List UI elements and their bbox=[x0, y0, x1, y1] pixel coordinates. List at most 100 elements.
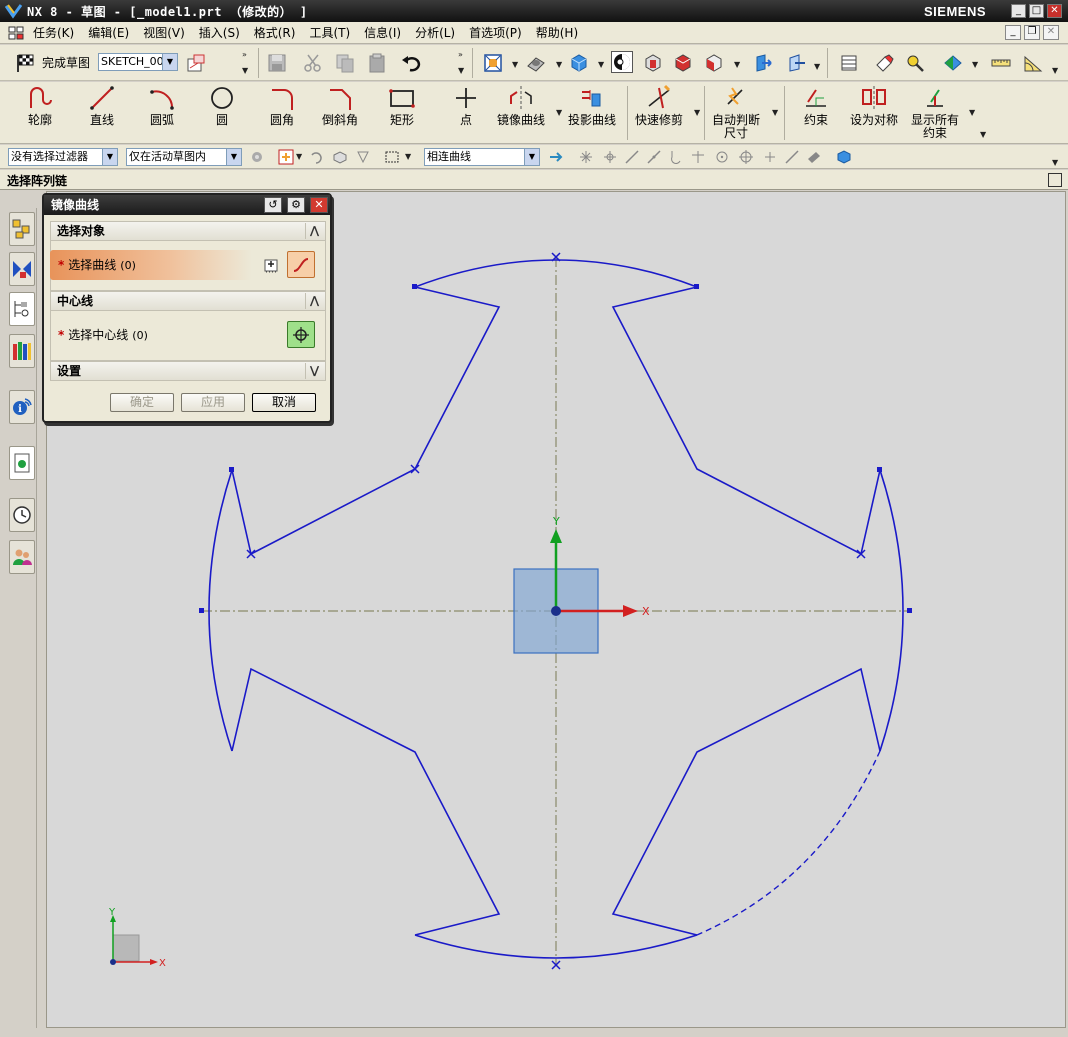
fillet-tool-button[interactable]: 圆角 bbox=[268, 84, 296, 127]
select-object-group-header[interactable]: 选择对象 ⋀ bbox=[50, 221, 326, 241]
wcs-origin[interactable] bbox=[551, 606, 561, 616]
close-button[interactable]: ✕ bbox=[1047, 4, 1062, 18]
add-new-set-icon[interactable] bbox=[260, 254, 282, 276]
endpoint-marker[interactable] bbox=[877, 467, 882, 472]
selection-scope-select[interactable]: 仅在活动草图内 ▼ bbox=[126, 148, 242, 166]
rectangle-tool-button[interactable]: 矩形 bbox=[388, 84, 416, 127]
endpoint-marker[interactable] bbox=[199, 608, 204, 613]
chevron-down-icon[interactable]: ▼ bbox=[814, 62, 820, 71]
profile-upper-right[interactable] bbox=[611, 286, 881, 556]
snap-on-curve-icon[interactable] bbox=[784, 149, 800, 165]
chevron-down-icon[interactable]: ▼ bbox=[772, 108, 778, 117]
render-style-icon[interactable] bbox=[525, 52, 547, 74]
quick-trim-tool-button[interactable]: 快速修剪 bbox=[635, 84, 683, 127]
chevron-down-icon[interactable]: ▼ bbox=[296, 152, 302, 161]
cut-icon[interactable] bbox=[302, 52, 324, 74]
save-icon[interactable] bbox=[266, 52, 288, 74]
mdi-close-button[interactable]: ✕ bbox=[1043, 25, 1059, 40]
view-top-icon[interactable] bbox=[672, 52, 694, 74]
profile-lower-right[interactable] bbox=[611, 667, 881, 936]
chamfer-tool-button[interactable]: 倒斜角 bbox=[322, 84, 358, 127]
orient-view-icon[interactable] bbox=[611, 51, 633, 73]
edit-object-display-icon[interactable] bbox=[874, 52, 896, 74]
mdi-minimize-button[interactable]: _ bbox=[1005, 25, 1021, 40]
snap-quadrant-icon[interactable] bbox=[738, 149, 754, 165]
finish-sketch-button[interactable]: 完成草图 bbox=[42, 54, 90, 71]
select-body-icon[interactable] bbox=[332, 149, 348, 165]
select-curve-row[interactable]: * 选择曲线 (0) bbox=[50, 250, 252, 280]
reuse-library-tab[interactable] bbox=[9, 334, 35, 368]
gear-icon[interactable]: ⚙ bbox=[287, 197, 305, 213]
chevron-down-icon[interactable]: ▼ bbox=[556, 108, 562, 117]
toolbar-more-icon[interactable]: ▼ bbox=[980, 130, 986, 139]
sketch-name-select[interactable]: SKETCH_001 ▼ bbox=[98, 53, 178, 71]
point-marker[interactable] bbox=[410, 464, 420, 474]
menu-view[interactable]: 视图(V) bbox=[136, 24, 192, 41]
protractor-icon[interactable] bbox=[1022, 52, 1044, 74]
snap-arc-icon[interactable] bbox=[668, 149, 684, 165]
chevron-down-icon[interactable]: ⋁ bbox=[305, 363, 323, 379]
sketch-orient-icon[interactable] bbox=[185, 52, 207, 74]
snap-midpoint-icon[interactable] bbox=[646, 149, 662, 165]
chevron-down-icon[interactable]: ▼ bbox=[1052, 66, 1058, 75]
endpoint-marker[interactable] bbox=[229, 467, 234, 472]
profile-tool-button[interactable]: 轮廓 bbox=[26, 84, 54, 127]
curve-rule-select[interactable]: 相连曲线 ▼ bbox=[424, 148, 540, 166]
menu-grid-icon[interactable] bbox=[8, 26, 24, 40]
snap-point-icon[interactable] bbox=[602, 149, 618, 165]
close-icon[interactable]: ✕ bbox=[310, 197, 328, 213]
ok-button[interactable]: 确定 bbox=[110, 393, 174, 412]
menu-edit[interactable]: 编辑(E) bbox=[81, 24, 136, 41]
fit-view-icon[interactable] bbox=[482, 52, 504, 74]
shaded-cube-icon[interactable] bbox=[568, 52, 590, 74]
measure-icon[interactable] bbox=[904, 52, 926, 74]
chevron-down-icon[interactable]: ▼ bbox=[512, 60, 518, 69]
inferred-dimension-tool-button[interactable]: 自动判断 尺寸 bbox=[712, 84, 760, 140]
profile-lower-left[interactable] bbox=[231, 667, 501, 936]
menu-tools[interactable]: 工具(T) bbox=[302, 24, 357, 41]
maximize-graphics-icon[interactable] bbox=[1048, 173, 1062, 187]
view-front-icon[interactable] bbox=[642, 52, 664, 74]
endpoint-marker[interactable] bbox=[694, 284, 699, 289]
select-all-icon[interactable] bbox=[278, 149, 294, 165]
select-centerline-button[interactable] bbox=[287, 321, 315, 348]
roles-info-tab[interactable]: i bbox=[9, 390, 35, 424]
type-filter-select[interactable]: 没有选择过滤器 ▼ bbox=[8, 148, 118, 166]
snap-center-icon[interactable] bbox=[714, 149, 730, 165]
minimize-button[interactable]: _ bbox=[1011, 4, 1026, 18]
constraints-tool-button[interactable]: 约束 bbox=[802, 84, 830, 127]
apply-button[interactable]: 应用 bbox=[181, 393, 245, 412]
mirror-curve-tool-button[interactable]: 镜像曲线 bbox=[497, 84, 545, 127]
select-centerline-row[interactable]: * 选择中心线 (0) bbox=[50, 320, 252, 350]
select-curve-button[interactable] bbox=[287, 251, 315, 278]
menu-preferences[interactable]: 首选项(P) bbox=[462, 24, 529, 41]
general-selection-filter-icon[interactable] bbox=[249, 149, 265, 165]
menu-analysis[interactable]: 分析(L) bbox=[408, 24, 462, 41]
paste-icon[interactable] bbox=[366, 52, 388, 74]
point-tool-button[interactable]: 点 bbox=[452, 84, 480, 127]
part-navigator-tab[interactable] bbox=[9, 292, 35, 326]
rectangle-select-icon[interactable] bbox=[384, 149, 400, 165]
endpoint-marker[interactable] bbox=[907, 608, 912, 613]
toolbar-more-icon[interactable]: » bbox=[242, 50, 247, 59]
cancel-button[interactable]: 取消 bbox=[252, 393, 316, 412]
constraint-navigator-tab[interactable] bbox=[9, 252, 35, 286]
assembly-navigator-tab[interactable] bbox=[9, 212, 35, 246]
snap-bounded-icon[interactable] bbox=[836, 149, 852, 165]
project-curve-tool-button[interactable]: 投影曲线 bbox=[568, 84, 616, 127]
centerline-group-header[interactable]: 中心线 ⋀ bbox=[50, 291, 326, 311]
chevron-down-icon[interactable]: ▼ bbox=[598, 60, 604, 69]
show-all-constraints-tool-button[interactable]: 显示所有 约束 bbox=[911, 84, 959, 140]
menu-format[interactable]: 格式(R) bbox=[247, 24, 303, 41]
chevron-down-icon[interactable]: ▼ bbox=[694, 108, 700, 117]
chevron-down-icon[interactable]: ▼ bbox=[734, 60, 740, 69]
menu-task[interactable]: 任务(K) bbox=[26, 24, 81, 41]
chevron-down-icon[interactable]: ▼ bbox=[458, 66, 464, 75]
undo-selection-icon[interactable] bbox=[308, 149, 324, 165]
mdi-restore-button[interactable]: ❐ bbox=[1024, 25, 1040, 40]
circle-tool-button[interactable]: 圆 bbox=[208, 84, 236, 127]
toolbar-more-icon[interactable]: » bbox=[458, 50, 463, 59]
endpoint-marker[interactable] bbox=[412, 284, 417, 289]
menu-info[interactable]: 信息(I) bbox=[357, 24, 408, 41]
web-browser-tab[interactable] bbox=[9, 446, 35, 480]
